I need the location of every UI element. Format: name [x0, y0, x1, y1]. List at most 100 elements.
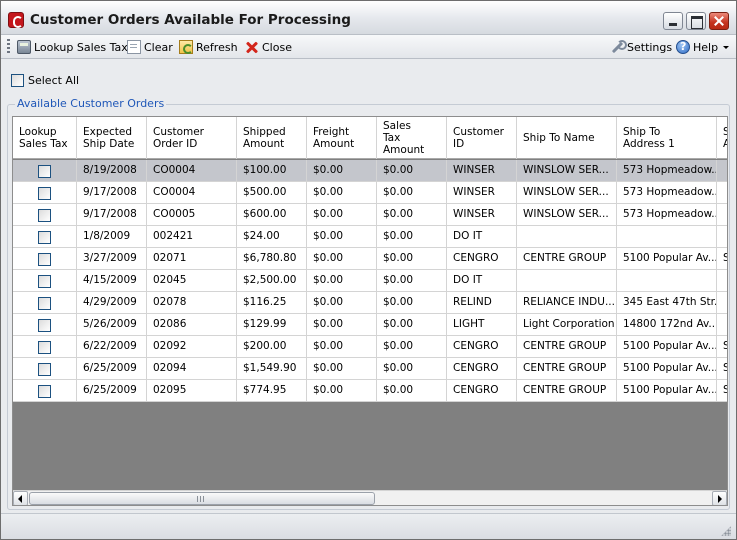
table-row[interactable]: 9/17/2008 CO0004 $500.00 $0.00 $0.00 WINSER WI… — [13, 182, 727, 204]
table-row[interactable]: 4/15/2009 02045 $2,500.00 $0.00 $0.00 DO IT — [13, 270, 727, 292]
row-checkbox[interactable] — [38, 164, 51, 178]
table-cell: 9/17/2008 — [77, 204, 147, 226]
title-bar[interactable]: Customer Orders Available For Processing — [1, 1, 736, 35]
help-label: Help — [693, 40, 719, 54]
lookup-sales-tax-button[interactable]: Lookup Sales Tax — [17, 38, 128, 56]
lookup-sales-tax-cell[interactable] — [13, 204, 77, 226]
maximize-button[interactable] — [686, 12, 706, 30]
lookup-sales-tax-cell[interactable] — [13, 248, 77, 270]
table-cell — [717, 314, 727, 336]
close-button[interactable]: Close — [245, 38, 292, 56]
help-dropdown-button[interactable]: Help — [676, 38, 730, 56]
table-cell: 14800 172nd Av... — [617, 314, 717, 336]
settings-button[interactable]: Settings — [610, 38, 672, 56]
column-header-text: Sales Tax Amount — [383, 120, 424, 156]
table-row[interactable]: 6/22/2009 02092 $200.00 $0.00 $0.00 CENGRO CEN… — [13, 336, 727, 358]
table-cell: S — [717, 358, 727, 380]
row-checkbox[interactable] — [38, 186, 51, 200]
row-checkbox[interactable] — [38, 318, 51, 332]
column-header-0[interactable]: Lookup Sales Tax — [13, 117, 77, 159]
column-header-2[interactable]: Customer Order ID — [147, 117, 237, 159]
column-header-text: Customer Order ID — [153, 126, 204, 150]
table-cell — [517, 226, 617, 248]
table-row[interactable]: 8/19/2008 CO0004 $100.00 $0.00 $0.00 WINSER WI… — [13, 160, 727, 182]
resize-grip-icon[interactable] — [721, 526, 731, 536]
minimize-button[interactable] — [663, 12, 683, 30]
table-row[interactable]: 6/25/2009 02095 $774.95 $0.00 $0.00 CENGRO CEN… — [13, 380, 727, 402]
toolbar: Lookup Sales Tax Clear Refresh Close Set… — [1, 35, 736, 59]
table-row[interactable]: 9/17/2008 CO0005 $600.00 $0.00 $0.00 WINSER WI… — [13, 204, 727, 226]
table-row[interactable]: 5/26/2009 02086 $129.99 $0.00 $0.00 LIGHT Ligh… — [13, 314, 727, 336]
select-all-check-box[interactable] — [11, 73, 24, 87]
close-window-button[interactable] — [709, 12, 729, 30]
table-row[interactable]: 6/25/2009 02094 $1,549.90 $0.00 $0.00 CENGRO C… — [13, 358, 727, 380]
column-header-text: Ship To Address 1 — [623, 126, 675, 150]
row-checkbox[interactable] — [38, 296, 51, 310]
column-header-9[interactable]: SA — [717, 117, 727, 159]
table-cell: $0.00 — [377, 358, 447, 380]
table-cell: 6/25/2009 — [77, 380, 147, 402]
lookup-sales-tax-cell[interactable] — [13, 292, 77, 314]
window-title: Customer Orders Available For Processing — [30, 12, 351, 28]
table-cell: 02095 — [147, 380, 237, 402]
table-cell: $0.00 — [307, 204, 377, 226]
row-checkbox[interactable] — [38, 340, 51, 354]
table-cell: 02092 — [147, 336, 237, 358]
scroll-right-arrow-icon[interactable] — [712, 491, 727, 505]
column-header-5[interactable]: Sales Tax Amount — [377, 117, 447, 159]
row-checkbox[interactable] — [38, 252, 51, 266]
lookup-sales-tax-cell[interactable] — [13, 270, 77, 292]
clear-label: Clear — [144, 40, 173, 54]
row-checkbox[interactable] — [38, 362, 51, 376]
column-header-7[interactable]: Ship To Name — [517, 117, 617, 159]
orders-grid[interactable]: Lookup Sales Tax Expected Ship Date Customer… — [12, 116, 728, 506]
table-cell: $774.95 — [237, 380, 307, 402]
refresh-button[interactable]: Refresh — [179, 38, 238, 56]
scrollbar-thumb[interactable] — [29, 492, 375, 505]
row-checkbox[interactable] — [38, 384, 51, 398]
column-header-8[interactable]: Ship To Address 1 — [617, 117, 717, 159]
column-header-text: Freight Amount — [313, 126, 354, 150]
table-cell: S — [717, 380, 727, 402]
column-header-3[interactable]: Shipped Amount — [237, 117, 307, 159]
table-cell: $0.00 — [307, 292, 377, 314]
table-cell: $0.00 — [377, 380, 447, 402]
column-header-line: Customer — [453, 126, 505, 138]
column-header-4[interactable]: Freight Amount — [307, 117, 377, 159]
lookup-sales-tax-cell[interactable] — [13, 226, 77, 248]
lookup-sales-tax-cell[interactable] — [13, 380, 77, 402]
lookup-sales-tax-cell[interactable] — [13, 358, 77, 380]
row-checkbox[interactable] — [38, 274, 51, 288]
table-row[interactable]: 3/27/2009 02071 $6,780.80 $0.00 $0.00 CENGRO C… — [13, 248, 727, 270]
column-header-line: ID — [453, 138, 465, 150]
table-cell: 573 Hopmeadow... — [617, 160, 717, 182]
lookup-sales-tax-label: Lookup Sales Tax — [34, 40, 128, 54]
clear-button[interactable]: Clear — [127, 38, 173, 56]
table-cell: DO IT — [447, 226, 517, 248]
column-header-1[interactable]: Expected Ship Date — [77, 117, 147, 159]
lookup-sales-tax-cell[interactable] — [13, 314, 77, 336]
column-header-line: A — [723, 138, 727, 150]
table-cell: 6/22/2009 — [77, 336, 147, 358]
table-cell: $0.00 — [377, 292, 447, 314]
table-cell — [617, 226, 717, 248]
table-row[interactable]: 1/8/2009 002421 $24.00 $0.00 $0.00 DO IT — [13, 226, 727, 248]
column-header-6[interactable]: Customer ID — [447, 117, 517, 159]
lookup-sales-tax-cell[interactable] — [13, 160, 77, 182]
lookup-sales-tax-cell[interactable] — [13, 182, 77, 204]
horizontal-scrollbar[interactable] — [13, 490, 727, 505]
table-cell: 5100 Popular Av... — [617, 358, 717, 380]
table-cell: WINSER — [447, 160, 517, 182]
table-row[interactable]: 4/29/2009 02078 $116.25 $0.00 $0.00 RELIND REL… — [13, 292, 727, 314]
table-cell: CENGRO — [447, 336, 517, 358]
row-checkbox[interactable] — [38, 208, 51, 222]
toolbar-grip-icon[interactable] — [7, 39, 10, 55]
row-checkbox[interactable] — [38, 230, 51, 244]
table-cell: $0.00 — [377, 336, 447, 358]
help-icon — [676, 40, 690, 54]
lookup-sales-tax-cell[interactable] — [13, 336, 77, 358]
select-all-checkbox[interactable]: Select All — [11, 73, 79, 87]
close-label: Close — [262, 40, 292, 54]
scroll-left-arrow-icon[interactable] — [13, 491, 28, 505]
table-cell: 3/27/2009 — [77, 248, 147, 270]
